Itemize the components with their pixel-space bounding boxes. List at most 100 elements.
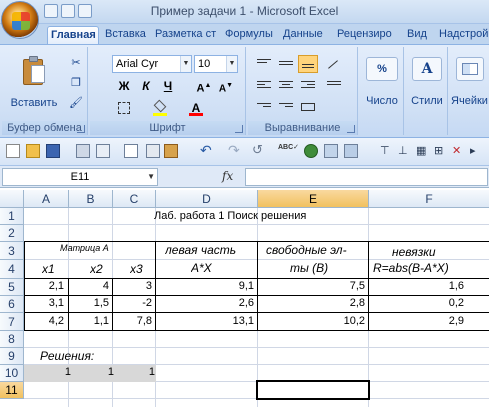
column-header-f[interactable]: F (369, 190, 489, 208)
insert-function-icon[interactable]: fx (222, 169, 233, 183)
cell-f6[interactable]: 0,2 (369, 297, 464, 309)
matrix-label[interactable]: Матрица А (60, 243, 109, 253)
spelling-icon[interactable] (124, 144, 138, 158)
row-header-5[interactable]: 5 (0, 279, 24, 296)
align-toolbar-icon[interactable]: ⊥ (398, 144, 412, 158)
cell-e7[interactable]: 10,2 (258, 315, 365, 327)
row-header-7[interactable]: 7 (0, 313, 24, 331)
x3-header[interactable]: x3 (130, 262, 143, 276)
redo-toolbar-icon[interactable]: ↷ (228, 143, 242, 158)
print-icon[interactable] (76, 144, 90, 158)
residuals-label-2[interactable]: R=abs(B-A*X) (373, 261, 449, 275)
fill-color-icon[interactable] (150, 99, 170, 117)
row-header-11[interactable]: 11 (0, 382, 24, 399)
clipboard-dialog-launcher[interactable] (77, 125, 85, 133)
column-header-b[interactable]: B (69, 190, 113, 208)
office-button[interactable] (1, 1, 39, 39)
cut-icon[interactable]: ✂ (68, 55, 84, 71)
save-toolbar-icon[interactable] (46, 144, 60, 158)
copy-icon[interactable]: ❐ (68, 75, 84, 91)
cell-c7[interactable]: 7,8 (113, 315, 152, 327)
copy-toolbar-icon[interactable] (146, 144, 160, 158)
hyperlink-icon[interactable] (304, 144, 318, 158)
align-center-icon[interactable] (276, 77, 296, 95)
column-header-c[interactable]: C (113, 190, 156, 208)
cell-a7[interactable]: 4,2 (24, 315, 64, 327)
delete-icon[interactable]: ✕ (452, 144, 466, 158)
number-group[interactable]: % Число (360, 47, 404, 135)
tab-data[interactable]: Данные (280, 26, 332, 44)
tab-page-layout[interactable]: Разметка ст (152, 26, 220, 44)
left-part-label-1[interactable]: левая часть (165, 243, 257, 257)
row-header-4[interactable]: 4 (0, 260, 24, 279)
undo-toolbar-icon[interactable]: ↶ (200, 143, 214, 158)
row-header-10[interactable]: 10 (0, 365, 24, 382)
sort-icon[interactable] (344, 144, 358, 158)
tab-addins[interactable]: Надстрой (436, 26, 489, 44)
residuals-label-1[interactable]: невязки (392, 245, 436, 259)
cell-c10[interactable]: 1 (113, 366, 155, 378)
cell-a10[interactable]: 1 (24, 366, 71, 378)
row-header-9[interactable]: 9 (0, 348, 24, 365)
increase-indent-icon[interactable] (276, 99, 296, 117)
cell-e6[interactable]: 2,8 (258, 297, 365, 309)
select-all-corner[interactable] (0, 190, 24, 208)
open-icon[interactable] (26, 144, 40, 158)
row-header-6[interactable]: 6 (0, 296, 24, 313)
refresh-icon[interactable]: ↺ (252, 143, 266, 158)
format-icon[interactable]: ⊤ (380, 144, 394, 158)
merge-toolbar-icon[interactable]: ▦ (416, 144, 430, 158)
styles-group[interactable]: A Стили (406, 47, 448, 135)
row-header-3[interactable]: 3 (0, 242, 24, 260)
merge-center-icon[interactable] (298, 99, 318, 117)
alignment-dialog-launcher[interactable] (347, 125, 355, 133)
orientation-icon[interactable] (324, 55, 344, 73)
solutions-label[interactable]: Решения: (40, 349, 94, 363)
x2-header[interactable]: x2 (90, 262, 103, 276)
align-right-icon[interactable] (298, 77, 318, 95)
toolbar-more-icon[interactable]: ▸ (470, 144, 484, 158)
tab-view[interactable]: Вид (404, 26, 434, 44)
cell-b5[interactable]: 4 (69, 280, 109, 292)
tab-formulas[interactable]: Формулы (222, 26, 278, 44)
align-middle-icon[interactable] (276, 55, 296, 73)
cell-d5[interactable]: 9,1 (156, 280, 254, 292)
spellcheck-icon[interactable]: ABC✓ (278, 144, 299, 158)
cell-c6[interactable]: -2 (113, 297, 152, 309)
row-header-8[interactable]: 8 (0, 331, 24, 348)
selected-cell-e11[interactable] (256, 380, 370, 400)
decrease-indent-icon[interactable] (254, 99, 274, 117)
font-color-icon[interactable]: A (186, 99, 206, 117)
grow-font-icon[interactable]: A▲ (194, 77, 214, 95)
format-painter-icon[interactable]: 🖌 (68, 95, 84, 111)
wrap-text-icon[interactable] (324, 77, 344, 95)
tab-insert[interactable]: Вставка (102, 26, 150, 44)
cell-e5[interactable]: 7,5 (258, 280, 365, 292)
chevron-down-icon[interactable]: ▼ (147, 169, 155, 185)
borders-icon[interactable] (114, 99, 134, 117)
name-box[interactable]: E11 ▼ (2, 168, 158, 186)
row-header-1[interactable]: 1 (0, 208, 24, 225)
cell-d6[interactable]: 2,6 (156, 297, 254, 309)
cell-a5[interactable]: 2,1 (24, 280, 64, 292)
sheet-title[interactable]: Лаб. работа 1 Поиск решения (24, 208, 489, 225)
cell-b6[interactable]: 1,5 (69, 297, 109, 309)
underline-button[interactable]: Ч (158, 77, 178, 95)
x1-header[interactable]: x1 (42, 262, 55, 276)
cell-d7[interactable]: 13,1 (156, 315, 254, 327)
print-preview-icon[interactable] (96, 144, 110, 158)
cells-group[interactable]: Ячейки (450, 47, 489, 135)
tab-home[interactable]: Главная (47, 26, 99, 44)
column-header-d[interactable]: D (156, 190, 258, 208)
column-header-e[interactable]: E (258, 190, 369, 208)
cell-f7[interactable]: 2,9 (369, 315, 464, 327)
left-part-label-2[interactable]: А*Х (191, 261, 212, 275)
align-bottom-icon[interactable] (298, 55, 318, 73)
new-icon[interactable] (6, 144, 20, 158)
bold-button[interactable]: Ж (114, 77, 134, 95)
cell-b10[interactable]: 1 (69, 366, 114, 378)
font-size-combo[interactable]: 10 ▼ (194, 55, 238, 73)
italic-button[interactable]: К (136, 77, 156, 95)
font-dialog-launcher[interactable] (235, 125, 243, 133)
shrink-font-icon[interactable]: A▼ (216, 77, 236, 95)
